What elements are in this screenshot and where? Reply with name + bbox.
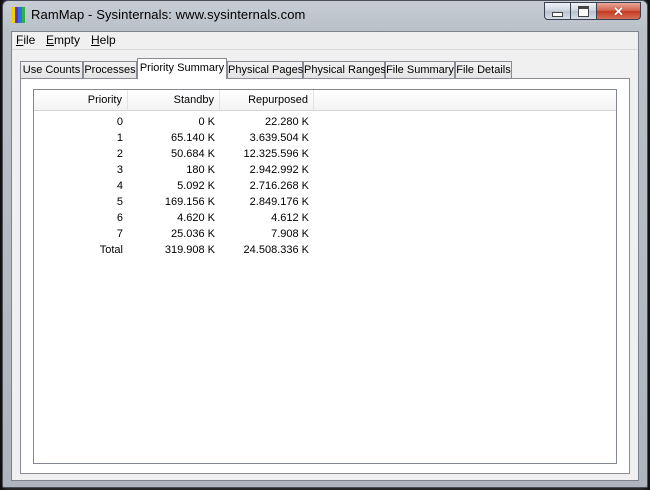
- rammap-app-icon: [11, 7, 25, 23]
- repurposed-cell: 2.849.176 K: [249, 196, 309, 208]
- tab-use-counts[interactable]: Use Counts: [20, 61, 83, 78]
- maximize-button[interactable]: [571, 2, 597, 20]
- standby-cell: 169.156 K: [164, 196, 215, 208]
- minimize-button[interactable]: [544, 2, 571, 20]
- priority-cell: 4: [116, 180, 123, 192]
- priority-summary-list[interactable]: Priority Standby Repurposed 0 0 K 22.280…: [33, 89, 617, 464]
- priority-cell: 2: [116, 148, 123, 160]
- standby-cell: 25.036 K: [170, 228, 215, 240]
- rammap-window: RamMap - Sysinternals: www.sysinternals.…: [2, 0, 648, 488]
- list-header: Priority Standby Repurposed: [34, 90, 616, 111]
- table-row[interactable]: 3 180 K 2.942.992 K: [34, 162, 316, 178]
- minimize-icon: [552, 11, 563, 17]
- column-header-repurposed[interactable]: Repurposed: [220, 90, 314, 110]
- table-row[interactable]: 2 50.684 K 12.325.596 K: [34, 146, 316, 162]
- standby-cell: 5.092 K: [177, 180, 215, 192]
- close-button[interactable]: ✕: [597, 2, 641, 20]
- standby-cell: 50.684 K: [170, 148, 215, 160]
- standby-cell: 0 K: [198, 116, 215, 128]
- standby-cell: 4.620 K: [177, 212, 215, 224]
- priority-cell: 3: [116, 164, 123, 176]
- priority-cell: 6: [116, 212, 123, 224]
- column-header-priority[interactable]: Priority: [34, 90, 128, 110]
- priority-summary-panel: Priority Standby Repurposed 0 0 K 22.280…: [20, 78, 630, 474]
- title-bar[interactable]: RamMap - Sysinternals: www.sysinternals.…: [3, 1, 647, 31]
- table-row[interactable]: 7 25.036 K 7.908 K: [34, 226, 316, 242]
- column-header-standby[interactable]: Standby: [128, 90, 220, 110]
- repurposed-cell: 2.942.992 K: [249, 164, 309, 176]
- menu-bar: File Empty Help: [12, 32, 638, 50]
- maximize-icon: [578, 5, 589, 17]
- standby-cell: 319.908 K: [164, 244, 215, 256]
- repurposed-cell: 7.908 K: [271, 228, 309, 240]
- menu-file[interactable]: File: [16, 33, 35, 47]
- caption-buttons: ✕: [544, 2, 641, 20]
- close-icon: ✕: [613, 3, 624, 19]
- standby-cell: 180 K: [186, 164, 215, 176]
- repurposed-cell: 4.612 K: [271, 212, 309, 224]
- priority-cell: 0: [116, 116, 123, 128]
- table-row[interactable]: 5 169.156 K 2.849.176 K: [34, 194, 316, 210]
- repurposed-cell: 24.508.336 K: [243, 244, 309, 256]
- icon-stripe: [21, 7, 25, 23]
- tab-processes[interactable]: Processes: [83, 61, 137, 78]
- priority-cell: Total: [99, 244, 123, 256]
- repurposed-cell: 2.716.268 K: [249, 180, 309, 192]
- repurposed-cell: 12.325.596 K: [243, 148, 309, 160]
- tab-priority-summary[interactable]: Priority Summary: [137, 58, 227, 79]
- tab-physical-ranges[interactable]: Physical Ranges: [303, 61, 386, 78]
- menu-empty[interactable]: Empty: [46, 33, 80, 47]
- priority-cell: 5: [116, 196, 123, 208]
- table-row[interactable]: 0 0 K 22.280 K: [34, 114, 316, 130]
- client-area: File Empty Help Use Counts Processes Pri…: [11, 31, 639, 481]
- table-row-total[interactable]: Total 319.908 K 24.508.336 K: [34, 242, 316, 258]
- tab-physical-pages[interactable]: Physical Pages: [227, 61, 303, 78]
- repurposed-cell: 22.280 K: [264, 116, 309, 128]
- standby-cell: 65.140 K: [170, 132, 215, 144]
- menu-help[interactable]: Help: [91, 33, 116, 47]
- priority-cell: 7: [116, 228, 123, 240]
- table-row[interactable]: 6 4.620 K 4.612 K: [34, 210, 316, 226]
- repurposed-cell: 3.639.504 K: [249, 132, 309, 144]
- table-row[interactable]: 1 65.140 K 3.639.504 K: [34, 130, 316, 146]
- table-row[interactable]: 4 5.092 K 2.716.268 K: [34, 178, 316, 194]
- priority-cell: 1: [116, 132, 123, 144]
- tab-file-details[interactable]: File Details: [455, 61, 512, 78]
- window-title: RamMap - Sysinternals: www.sysinternals.…: [31, 7, 306, 22]
- tab-file-summary[interactable]: File Summary: [385, 61, 455, 78]
